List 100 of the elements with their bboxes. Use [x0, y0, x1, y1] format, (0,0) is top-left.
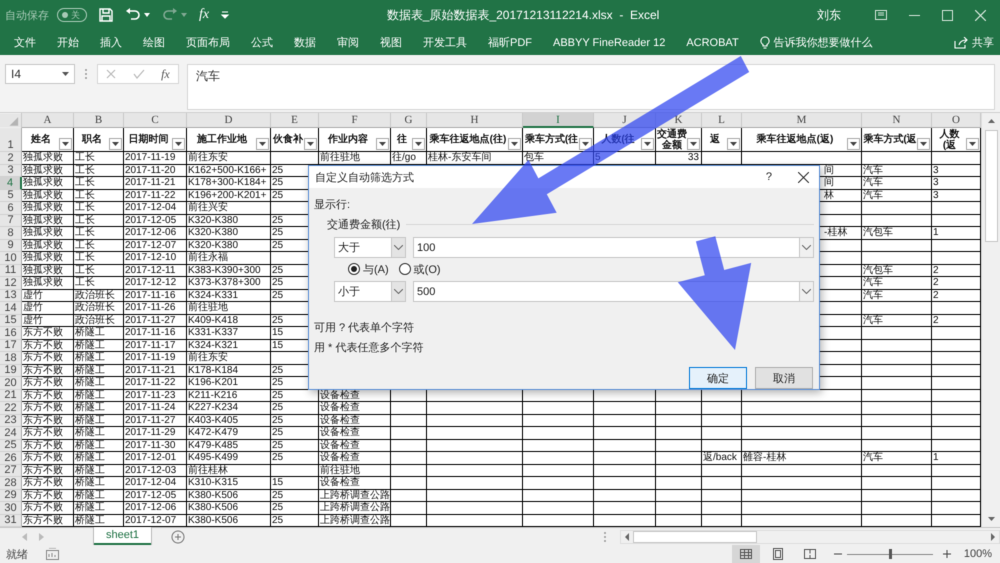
caret-icon[interactable] [144, 13, 150, 17]
scrollbar-thumb[interactable] [633, 530, 757, 542]
filter-button[interactable] [109, 138, 122, 150]
row-header[interactable]: 24 [0, 427, 22, 440]
lightbulb-icon[interactable] [760, 36, 770, 49]
caret-icon[interactable] [307, 142, 314, 146]
column-header[interactable]: H [427, 113, 523, 128]
row-header[interactable]: 3 [0, 164, 22, 177]
row-header[interactable]: 28 [0, 477, 22, 490]
share-icon[interactable] [954, 36, 968, 48]
ribbon-tab[interactable]: 福昕PDF [488, 35, 532, 50]
ribbon-tab[interactable]: 公式 [251, 35, 273, 50]
ribbon-display-icon[interactable] [875, 10, 887, 20]
chevron-icon[interactable] [394, 245, 403, 250]
save-icon[interactable] [99, 8, 113, 22]
ribbon-tab[interactable]: 视图 [380, 35, 402, 50]
column-header[interactable]: L [702, 113, 742, 128]
macro-record-icon[interactable] [46, 548, 59, 560]
radio-button[interactable] [398, 263, 411, 275]
caret-icon[interactable] [62, 142, 69, 146]
horizontal-scrollbar[interactable] [620, 530, 1000, 544]
row-header[interactable]: 14 [0, 302, 22, 314]
row-header[interactable]: 11 [0, 264, 22, 277]
ribbon-tab[interactable]: 绘图 [143, 35, 165, 50]
column-header[interactable]: D [187, 113, 271, 128]
caret-icon[interactable] [920, 142, 927, 146]
row-header[interactable]: 16 [0, 327, 22, 340]
dropdown-button[interactable] [799, 238, 813, 257]
customize-icon[interactable] [221, 11, 230, 19]
row-header[interactable]: 6 [0, 202, 22, 214]
column-header[interactable]: G [391, 113, 427, 128]
filter-button[interactable] [579, 138, 592, 150]
filter-button[interactable] [966, 138, 979, 150]
insert-function-button[interactable]: fx [161, 66, 170, 82]
filter-button[interactable] [641, 138, 654, 150]
insert-function-button[interactable]: fx [199, 7, 210, 23]
radio-label[interactable]: 或(O) [414, 262, 441, 276]
row-header[interactable]: 10 [0, 252, 22, 264]
caret-icon[interactable] [62, 72, 69, 76]
row-header[interactable]: 1 [0, 128, 22, 152]
row-header[interactable]: 19 [0, 364, 22, 377]
row-header[interactable]: 7 [0, 214, 22, 227]
row-header[interactable]: 21 [0, 390, 22, 402]
row-header[interactable]: 22 [0, 402, 22, 414]
chevron-icon[interactable] [802, 289, 811, 294]
caret-icon[interactable] [850, 142, 857, 146]
ok-button[interactable]: 确定 [689, 367, 747, 389]
caret-icon[interactable] [730, 142, 737, 146]
caret-icon[interactable] [379, 142, 386, 146]
row-header[interactable]: 31 [0, 514, 22, 527]
row-header[interactable]: 8 [0, 227, 22, 240]
radio-label[interactable]: 与(A) [363, 262, 389, 276]
filter-button[interactable] [59, 138, 72, 150]
row-header[interactable]: 20 [0, 377, 22, 390]
row-header[interactable]: 17 [0, 340, 22, 352]
close-icon[interactable] [798, 172, 809, 182]
filter-button[interactable] [847, 138, 860, 150]
ribbon-tab[interactable]: ABBYY FineReader 12 [553, 36, 666, 48]
row-header[interactable]: 15 [0, 314, 22, 327]
radio-button[interactable] [348, 263, 360, 275]
row-header[interactable]: 25 [0, 440, 22, 452]
chevron-icon[interactable] [394, 289, 403, 294]
cancel-button[interactable]: 取消 [755, 367, 813, 389]
scrollbar-thumb[interactable] [984, 130, 998, 242]
column-header[interactable]: N [862, 113, 932, 128]
name-box[interactable]: I4 [5, 64, 75, 84]
zoom-in-icon[interactable] [942, 550, 951, 558]
formula-field[interactable]: 汽车 [187, 64, 995, 110]
row-header[interactable]: 13 [0, 290, 22, 302]
filter-button[interactable] [376, 138, 389, 150]
filter-button[interactable] [508, 138, 521, 150]
column-header[interactable]: I [523, 113, 594, 128]
column-header[interactable]: B [74, 113, 124, 128]
ribbon-tab[interactable]: ACROBAT [686, 36, 739, 48]
column-header[interactable]: C [124, 113, 187, 128]
caret-icon[interactable] [175, 142, 182, 146]
ribbon-tab[interactable]: 页面布局 [186, 35, 230, 50]
caret-icon[interactable] [582, 142, 589, 146]
row-header[interactable]: 2 [0, 152, 22, 164]
ribbon-tab[interactable]: 数据 [294, 35, 316, 50]
row-header[interactable]: 9 [0, 240, 22, 252]
column-header[interactable]: A [22, 113, 74, 128]
operator-dropdown[interactable]: 小于 [334, 281, 406, 302]
sheet-tab[interactable]: sheet1 [94, 527, 152, 545]
ribbon-tab[interactable]: 开发工具 [423, 35, 467, 50]
normal-view-icon[interactable] [732, 545, 760, 563]
caret-icon[interactable] [690, 142, 697, 146]
chevron-icon[interactable] [802, 245, 811, 250]
row-header[interactable]: 30 [0, 502, 22, 514]
row-header[interactable]: 26 [0, 452, 22, 464]
row-header[interactable]: 5 [0, 190, 22, 202]
minimize-icon[interactable] [909, 14, 920, 16]
user-name[interactable]: 刘东 [817, 6, 841, 24]
row-header[interactable]: 29 [0, 490, 22, 502]
operator-dropdown[interactable]: 大于 [334, 237, 406, 258]
filter-button[interactable] [256, 138, 269, 150]
filter-button[interactable] [917, 138, 930, 150]
filter-button[interactable] [304, 138, 317, 150]
row-header[interactable]: 18 [0, 352, 22, 364]
column-header[interactable]: O [932, 113, 981, 128]
